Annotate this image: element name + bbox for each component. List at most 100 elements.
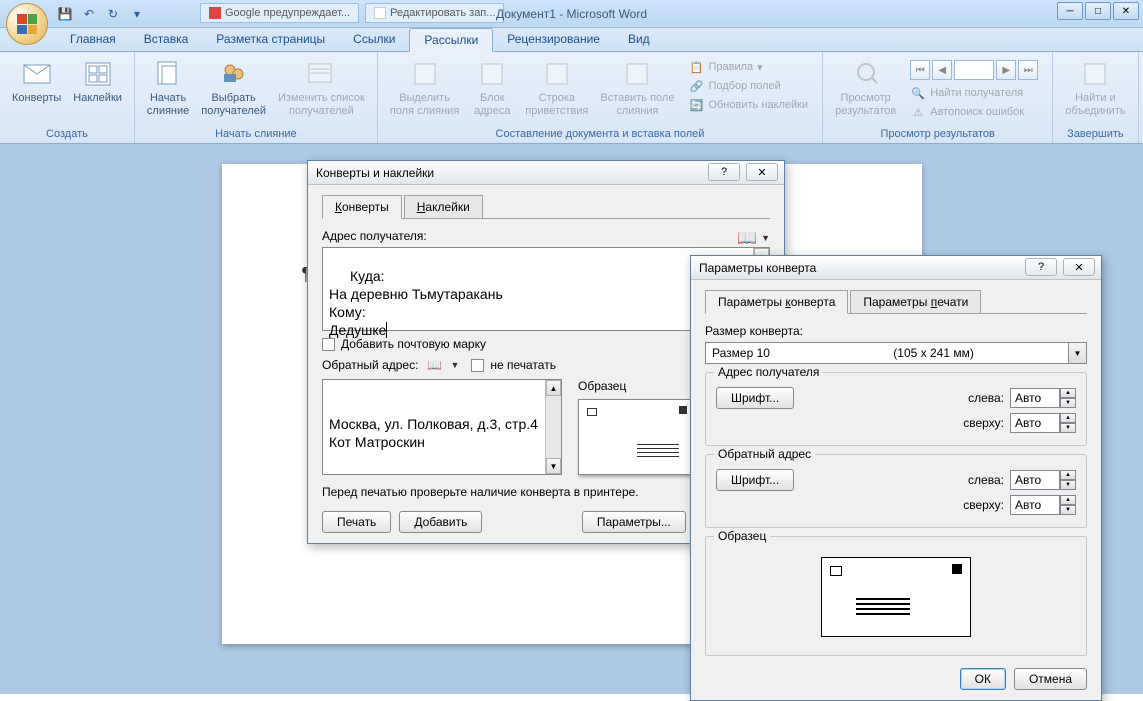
spin-down-icon[interactable]: ▼ bbox=[1060, 423, 1076, 433]
dialog2-tab-env-params[interactable]: Параметры конверта bbox=[705, 290, 848, 314]
spin-up-icon[interactable]: ▲ bbox=[1060, 413, 1076, 423]
close-button[interactable]: ✕ bbox=[1113, 2, 1139, 20]
maximize-button[interactable]: □ bbox=[1085, 2, 1111, 20]
address-book-icon[interactable]: 📖 bbox=[737, 230, 757, 246]
tab-insert[interactable]: Вставка bbox=[130, 28, 203, 51]
preview-icon bbox=[850, 58, 882, 90]
dialog1-close-button[interactable]: ✕ bbox=[746, 163, 778, 181]
last-record-button[interactable]: ⏭ bbox=[1018, 60, 1038, 80]
group-write-label: Составление документа и вставка полей bbox=[384, 127, 816, 141]
return-address-group: Обратный адрес Шрифт... слева: ▲▼ сверху… bbox=[705, 454, 1087, 528]
spin-down-icon[interactable]: ▼ bbox=[1060, 505, 1076, 515]
highlight-icon bbox=[409, 58, 441, 90]
envelopes-button[interactable]: Конверты bbox=[8, 56, 65, 107]
tab-home[interactable]: Главная bbox=[56, 28, 130, 51]
cancel-button[interactable]: Отмена bbox=[1014, 668, 1087, 690]
return-address-textarea[interactable]: Москва, ул. Полковая, д.3, стр.4 Кот Мат… bbox=[322, 379, 562, 475]
address-dropdown-icon[interactable]: ▼ bbox=[761, 233, 770, 243]
tab-review[interactable]: Рецензирование bbox=[493, 28, 614, 51]
tab-mailings[interactable]: Рассылки bbox=[409, 28, 493, 52]
finish-merge-button: Найти и объединить bbox=[1061, 56, 1129, 119]
rules-icon: 📋 bbox=[688, 59, 704, 75]
envelope-parameters-dialog: Параметры конверта ? ✕ Параметры конверт… bbox=[690, 255, 1102, 701]
find-icon: 🔍 bbox=[910, 85, 926, 101]
no-print-checkbox[interactable] bbox=[471, 359, 484, 372]
minimize-button[interactable]: ─ bbox=[1057, 2, 1083, 20]
return-top-label: сверху: bbox=[963, 498, 1004, 512]
no-print-label: не печатать bbox=[490, 358, 556, 372]
greeting-icon bbox=[541, 58, 573, 90]
next-record-button[interactable]: ▶ bbox=[996, 60, 1016, 80]
dialog1-tab-labels[interactable]: Наклейки bbox=[404, 195, 483, 219]
recipient-top-input[interactable] bbox=[1010, 413, 1060, 433]
record-number-input[interactable] bbox=[954, 60, 994, 80]
envelope-size-select[interactable]: ▼ bbox=[705, 342, 1087, 364]
group-preview-label: Просмотр результатов bbox=[829, 127, 1046, 141]
errors-icon: ⚠ bbox=[910, 104, 926, 120]
scroll-down-button-2[interactable]: ▼ bbox=[546, 458, 561, 474]
select-recipients-button[interactable]: Выбрать получателей bbox=[197, 56, 270, 119]
tab-view[interactable]: Вид bbox=[614, 28, 664, 51]
first-record-button[interactable]: ⏮ bbox=[910, 60, 930, 80]
scroll-up-button-2[interactable]: ▲ bbox=[546, 380, 561, 396]
return-dropdown-icon[interactable]: ▼ bbox=[450, 360, 459, 370]
dialog2-close-button[interactable]: ✕ bbox=[1063, 258, 1095, 276]
spin-up-icon[interactable]: ▲ bbox=[1060, 495, 1076, 505]
spin-down-icon[interactable]: ▼ bbox=[1060, 398, 1076, 408]
spin-up-icon[interactable]: ▲ bbox=[1060, 470, 1076, 480]
sample-label: Образец bbox=[578, 379, 694, 393]
return-left-label: слева: bbox=[968, 473, 1004, 487]
insert-field-icon bbox=[621, 58, 653, 90]
labels-button[interactable]: Наклейки bbox=[69, 56, 126, 107]
return-font-button[interactable]: Шрифт... bbox=[716, 469, 794, 491]
print-button[interactable]: Печать bbox=[322, 511, 391, 533]
group-start-merge: Начать слияние Выбрать получателей Измен… bbox=[135, 52, 378, 143]
dialog1-tab-envelopes[interactable]: Конверты bbox=[322, 195, 402, 219]
update-labels-button: 🔄Обновить наклейки bbox=[684, 96, 812, 114]
highlight-fields-button: Выделить поля слияния bbox=[386, 56, 463, 119]
background-browser-tabs: Google предупреждает... Редактировать за… bbox=[200, 3, 504, 23]
recipient-font-button[interactable]: Шрифт... bbox=[716, 387, 794, 409]
recipient-left-input[interactable] bbox=[1010, 388, 1060, 408]
office-button[interactable] bbox=[6, 3, 48, 45]
size-dropdown-icon[interactable]: ▼ bbox=[1069, 342, 1087, 364]
envelope-size-label: Размер конверта: bbox=[705, 324, 1087, 338]
edit-list-icon bbox=[305, 58, 337, 90]
qat-redo-icon[interactable]: ↻ bbox=[104, 5, 122, 23]
spin-down-icon[interactable]: ▼ bbox=[1060, 480, 1076, 490]
recipient-left-label: слева: bbox=[968, 391, 1004, 405]
recipient-top-label: сверху: bbox=[963, 416, 1004, 430]
spin-up-icon[interactable]: ▲ bbox=[1060, 388, 1076, 398]
labels-icon bbox=[82, 58, 114, 90]
return-left-input[interactable] bbox=[1010, 470, 1060, 490]
dialog2-titlebar[interactable]: Параметры конверта ? ✕ bbox=[691, 256, 1101, 280]
greeting-line-button: Строка приветствия bbox=[521, 56, 592, 119]
group-write-insert: Выделить поля слияния Блок адреса Строка… bbox=[378, 52, 823, 143]
return-top-input[interactable] bbox=[1010, 495, 1060, 515]
finish-icon bbox=[1079, 58, 1111, 90]
add-button[interactable]: Добавить bbox=[399, 511, 482, 533]
qat-undo-icon[interactable]: ↶ bbox=[80, 5, 98, 23]
dialog2-tab-print-params[interactable]: Параметры печати bbox=[850, 290, 981, 314]
tab-pagelayout[interactable]: Разметка страницы bbox=[202, 28, 339, 51]
tab-references[interactable]: Ссылки bbox=[339, 28, 409, 51]
return-address-book-icon[interactable]: 📖 bbox=[424, 357, 444, 373]
dialog2-help-button[interactable]: ? bbox=[1025, 258, 1057, 276]
auto-check-errors-button: ⚠Автопоиск ошибок bbox=[906, 103, 1042, 121]
group-preview: Просмотр результатов ⏮ ◀ ▶ ⏭ 🔍Найти полу… bbox=[823, 52, 1053, 143]
envelope-icon bbox=[21, 58, 53, 90]
dialog1-titlebar[interactable]: Конверты и наклейки ? ✕ bbox=[308, 161, 784, 185]
prev-record-button[interactable]: ◀ bbox=[932, 60, 952, 80]
start-merge-button[interactable]: Начать слияние bbox=[143, 56, 193, 119]
parameters-button[interactable]: Параметры... bbox=[582, 511, 686, 533]
qat-save-icon[interactable]: 💾 bbox=[56, 5, 74, 23]
find-recipient-button: 🔍Найти получателя bbox=[906, 84, 1042, 102]
ok-button[interactable]: ОК bbox=[960, 668, 1006, 690]
envelope-sample[interactable] bbox=[578, 399, 694, 475]
preview-results-button: Просмотр результатов bbox=[831, 56, 900, 123]
dialog1-help-button[interactable]: ? bbox=[708, 163, 740, 181]
sample-group: Образец bbox=[705, 536, 1087, 656]
group-create-label: Создать bbox=[6, 127, 128, 141]
qat-dropdown-icon[interactable]: ▾ bbox=[128, 5, 146, 23]
recipient-address-label: Адрес получателя: bbox=[322, 229, 427, 243]
